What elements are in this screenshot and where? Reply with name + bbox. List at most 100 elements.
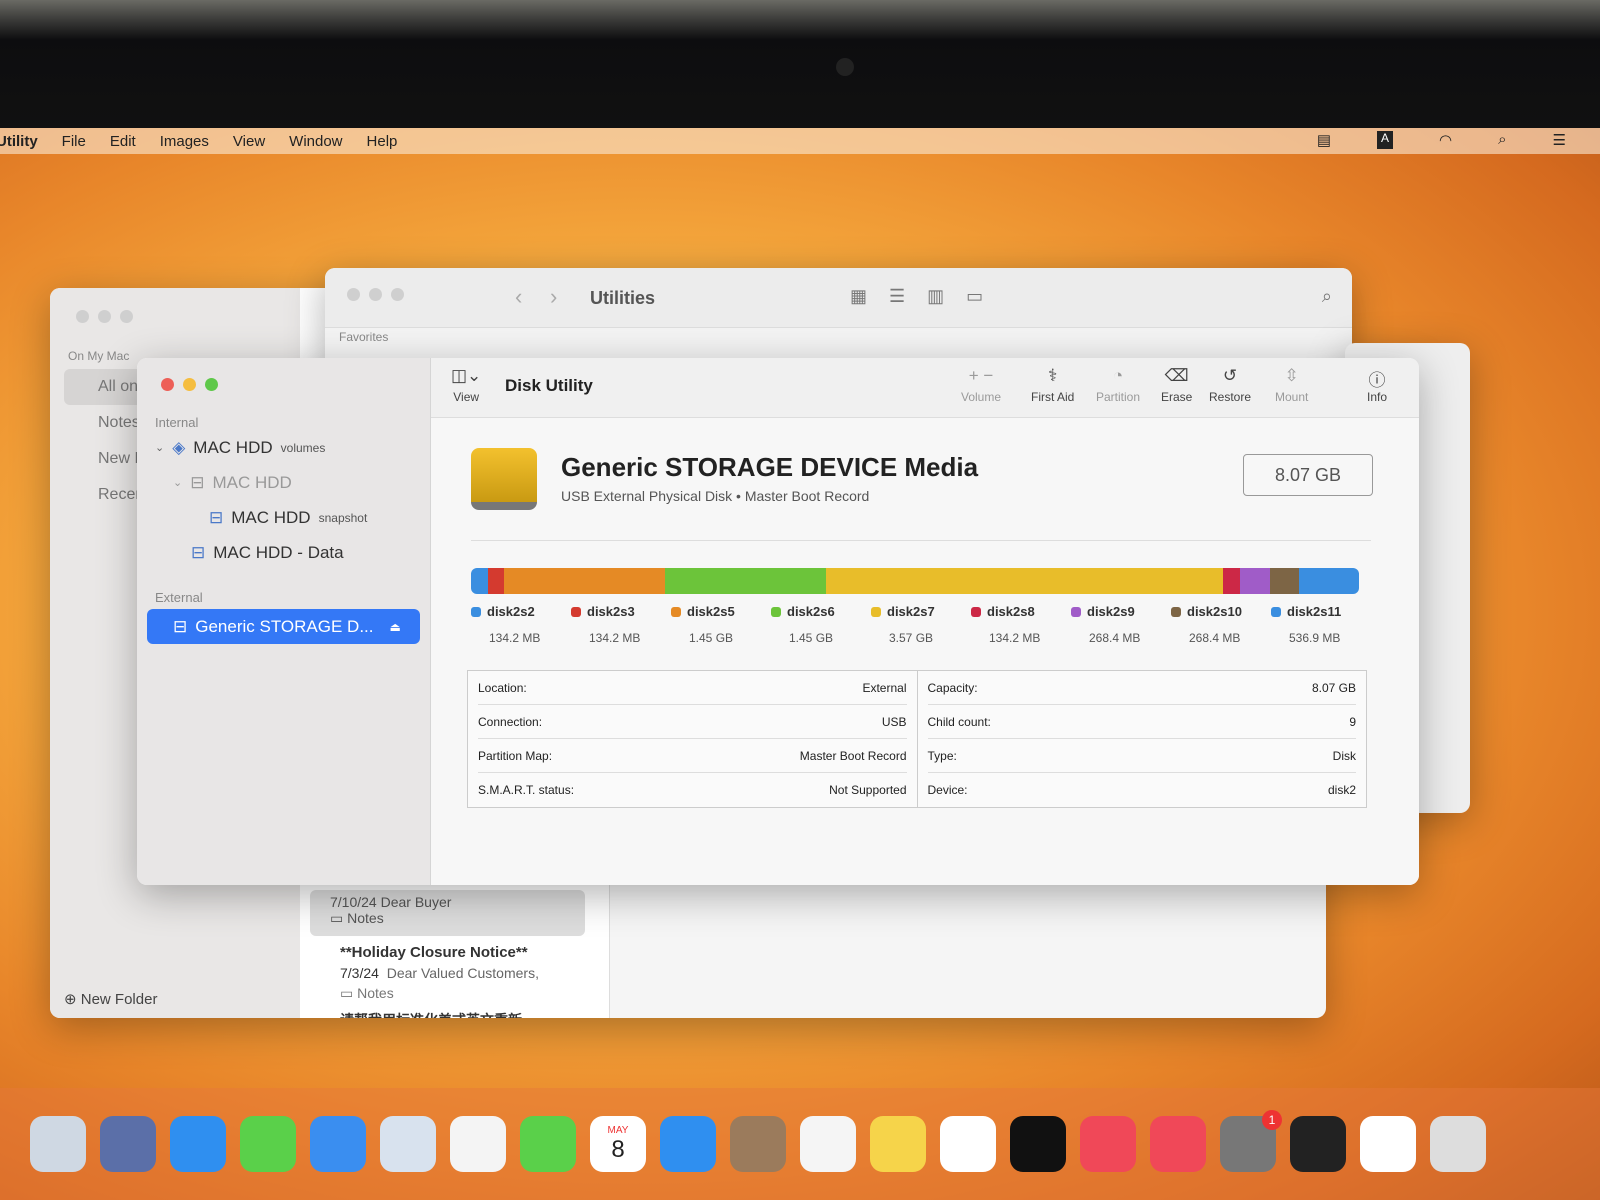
window-controls[interactable] [76, 310, 300, 323]
menu-help[interactable]: Help [367, 133, 398, 150]
erase-icon: ⌫ [1164, 366, 1189, 385]
view-button[interactable]: ◫⌄ View [451, 366, 481, 404]
info-key: Type: [927, 748, 957, 763]
legend-item: disk2s9 268.4 MB [1071, 604, 1171, 645]
dock-music-icon[interactable] [1080, 1116, 1136, 1172]
dock-facetime-icon[interactable] [520, 1116, 576, 1172]
note-date: 7/10/24 [330, 894, 377, 910]
dock-photos-icon[interactable] [450, 1116, 506, 1172]
restore-button[interactable]: ↺ Restore [1209, 366, 1251, 404]
partition-name: disk2s10 [1187, 604, 1242, 619]
partition-segment-disk2s7 [826, 568, 1224, 594]
control-center-icon[interactable]: ☰ [1553, 131, 1566, 149]
search-icon[interactable]: ⌕ [1498, 131, 1506, 149]
legend-swatch [571, 606, 581, 617]
dock-freeform-icon[interactable] [940, 1116, 996, 1172]
sidebar-item-mac-hdd-snapshot[interactable]: ⊟ MAC HDD snapshot [137, 500, 430, 535]
partition-size: 3.57 GB [889, 631, 934, 645]
sidebar-item-mac-hdd-volume[interactable]: ⌄ ⊟ MAC HDD [137, 465, 430, 500]
note-item-selected[interactable]: 7/10/24 Dear Buyer ▭ Notes [310, 890, 585, 936]
favorites-label: Favorites [339, 330, 389, 344]
menu-images[interactable]: Images [160, 133, 209, 150]
partition-usage-bar [471, 568, 1359, 594]
partition-name: disk2s8 [987, 604, 1035, 619]
legend-swatch [1171, 606, 1181, 617]
sidebar-item-mac-hdd-data[interactable]: ⊟ MAC HDD - Data [137, 535, 430, 570]
input-source-icon[interactable]: A [1377, 131, 1394, 149]
drive-icon: ⊟ [209, 507, 224, 527]
info-key: S.M.A.R.T. status: [478, 783, 575, 797]
main-content: Generic STORAGE DEVICE Media USB Externa… [431, 418, 1419, 885]
partition-segment-disk2s11 [1299, 568, 1359, 594]
dock-messages-icon[interactable] [240, 1116, 296, 1172]
sidebar-item-mac-hdd[interactable]: ⌄ ◈ MAC HDD volumes [137, 430, 430, 465]
info-key: Capacity: [927, 680, 978, 695]
partition-button[interactable]: ◔ Partition [1096, 366, 1140, 404]
note-preview: Dear Buyer [380, 894, 452, 910]
finder-title: Utilities [590, 288, 656, 308]
partition-name: disk2s11 [1287, 604, 1342, 619]
erase-button[interactable]: ⌫ Erase [1161, 366, 1192, 404]
mount-button[interactable]: ⇳ Mount [1275, 366, 1308, 404]
window-controls[interactable] [347, 288, 404, 301]
dock-calendar-icon[interactable]: MAY 8 [590, 1116, 646, 1172]
menu-edit[interactable]: Edit [110, 133, 136, 150]
dock-disk-utility-icon[interactable] [1430, 1116, 1486, 1172]
dock-news-icon[interactable] [1150, 1116, 1206, 1172]
info-button[interactable]: ⓘ Info [1367, 366, 1387, 404]
menu-app[interactable]: Utility [0, 133, 38, 150]
info-key: Partition Map: [478, 748, 553, 763]
volume-button[interactable]: + − Volume [961, 366, 1001, 404]
dock-maps-icon[interactable] [380, 1116, 436, 1172]
menu-view[interactable]: View [233, 133, 265, 150]
info-row: Type: Disk [927, 739, 1356, 773]
device-subtitle: USB External Physical Disk • Master Boot… [561, 488, 870, 504]
dock-finder-icon[interactable] [30, 1116, 86, 1172]
dock-chrome-icon[interactable] [1360, 1116, 1416, 1172]
dock-app-store-icon[interactable] [660, 1116, 716, 1172]
partition-segment-disk2s8 [1223, 568, 1240, 594]
legend-swatch [971, 606, 981, 617]
dock-safari-icon[interactable] [170, 1116, 226, 1172]
sidebar-item-generic-storage[interactable]: ⊟ Generic STORAGE D... ⏏ [147, 609, 420, 644]
info-table: Location: External Connection: USB Partition… [467, 670, 1367, 808]
dock: MAY 8 1 [0, 1088, 1600, 1200]
forward-button[interactable]: › [550, 284, 557, 310]
keyboard-icon[interactable]: ▤ [1317, 131, 1331, 149]
dock-notes-icon[interactable] [870, 1116, 926, 1172]
info-value: 9 [1349, 714, 1356, 729]
drive-icon: ⊟ [173, 616, 188, 636]
dock-mail-icon[interactable] [310, 1116, 366, 1172]
info-row: Device: disk2 [928, 773, 1357, 807]
new-folder-button[interactable]: ⊕ New Folder [64, 990, 157, 1008]
menu-file[interactable]: File [62, 133, 86, 150]
partition-size: 268.4 MB [1089, 631, 1141, 645]
legend-item: disk2s7 3.57 GB [871, 604, 971, 645]
info-value: Master Boot Record [799, 748, 907, 763]
dock-reminders-icon[interactable] [800, 1116, 856, 1172]
view-mode-icons[interactable]: ▦☰▥▭ [850, 286, 1005, 307]
calendar-day: 8 [611, 1135, 625, 1163]
legend-item: disk2s8 134.2 MB [971, 604, 1071, 645]
first-aid-button[interactable]: ⚕ First Aid [1031, 366, 1074, 404]
dock-system-settings-icon[interactable]: 1 [1220, 1110, 1282, 1172]
menu-window[interactable]: Window [289, 133, 342, 150]
legend-swatch [471, 606, 481, 617]
eject-icon[interactable]: ⏏ [389, 620, 400, 634]
device-name: Generic STORAGE DEVICE Media [561, 452, 979, 482]
legend-swatch [1071, 606, 1081, 617]
dock-launchpad-icon[interactable] [100, 1116, 156, 1172]
search-icon[interactable]: ⌕ [1322, 286, 1332, 307]
layers-icon: ◈ [172, 437, 186, 457]
wifi-icon[interactable]: ◠ [1439, 131, 1452, 149]
device-size: 8.07 GB [1243, 454, 1373, 496]
window-controls[interactable] [161, 378, 430, 391]
note-date: 7/3/24 [340, 965, 379, 981]
dock-terminal-icon[interactable] [1290, 1116, 1346, 1172]
back-button[interactable]: ‹ [515, 284, 522, 310]
dock-contacts-icon[interactable] [730, 1116, 786, 1172]
partition-segment-disk2s5 [504, 568, 666, 594]
note-item[interactable]: **Holiday Closure Notice** 7/3/24 Dear V… [340, 944, 539, 1018]
partition-size: 134.2 MB [489, 631, 541, 645]
dock-tv-icon[interactable] [1010, 1116, 1066, 1172]
